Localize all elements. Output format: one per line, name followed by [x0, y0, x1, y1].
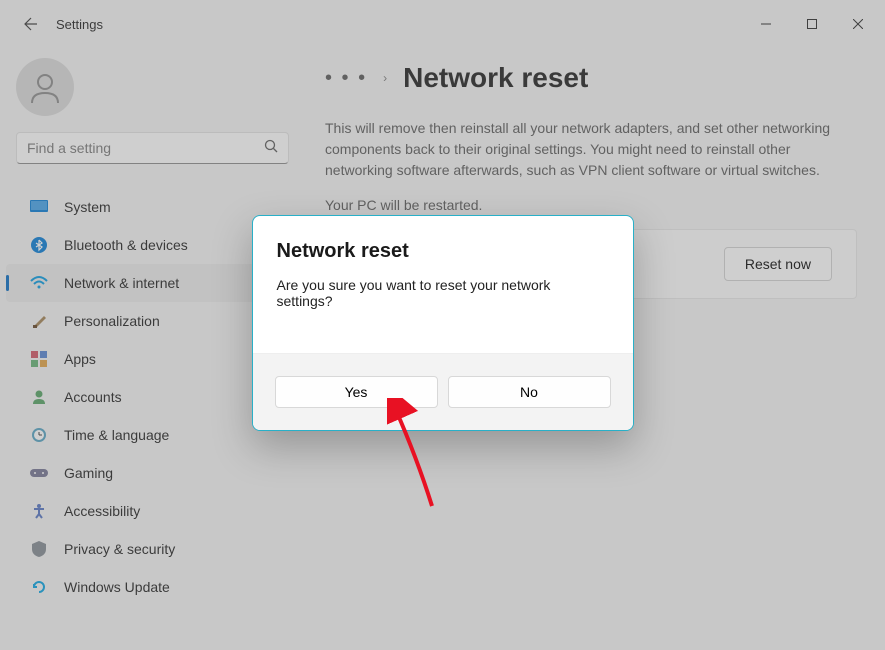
dialog-body: Network reset Are you sure you want to r… [253, 216, 633, 353]
no-button[interactable]: No [448, 376, 611, 408]
dialog-buttons: Yes No [253, 353, 633, 430]
yes-button[interactable]: Yes [275, 376, 438, 408]
modal-overlay: Network reset Are you sure you want to r… [0, 0, 885, 650]
dialog-title: Network reset [277, 240, 609, 263]
dialog-message: Are you sure you want to reset your netw… [277, 277, 609, 309]
confirm-dialog: Network reset Are you sure you want to r… [252, 215, 634, 431]
